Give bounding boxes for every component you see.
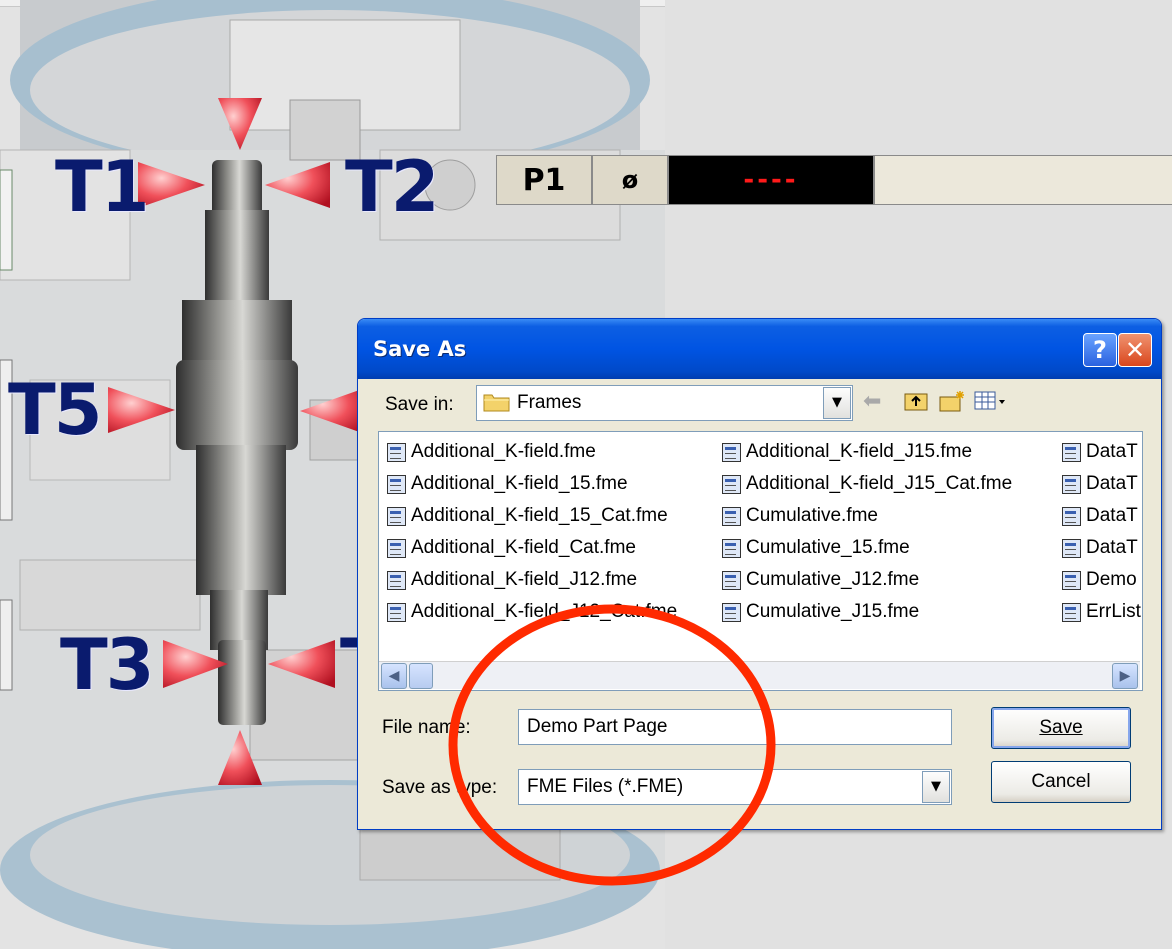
file-item[interactable]: Additional_K-field_15_Cat.fme xyxy=(387,502,668,530)
save-in-value: Frames xyxy=(517,392,582,413)
file-name: Additional_K-field.fme xyxy=(411,441,596,462)
file-icon xyxy=(387,602,406,622)
file-item[interactable]: Additional_K-field_Cat.fme xyxy=(387,534,636,562)
measurement-readout: P1 ø ---- xyxy=(496,155,1172,205)
save-as-type-label: Save as type: xyxy=(382,777,498,798)
file-item[interactable]: Demo xyxy=(1062,566,1137,594)
file-item[interactable]: DataT xyxy=(1062,438,1138,466)
file-icon xyxy=(1062,474,1081,494)
file-icon xyxy=(387,474,406,494)
file-item[interactable]: DataT xyxy=(1062,534,1138,562)
horizontal-scrollbar[interactable]: ◀ ▶ xyxy=(379,661,1140,689)
file-name: DataT xyxy=(1086,537,1138,558)
save-button-label: Save xyxy=(1039,717,1083,738)
cancel-button[interactable]: Cancel xyxy=(991,761,1131,803)
label-t2: T2 xyxy=(345,146,439,228)
file-name: Additional_K-field_15.fme xyxy=(411,473,628,494)
file-name: DataT xyxy=(1086,441,1138,462)
measure-spacer xyxy=(874,155,1172,205)
file-name-input[interactable]: Demo Part Page xyxy=(518,709,952,745)
help-button[interactable]: ? xyxy=(1083,333,1117,367)
file-item[interactable]: Additional_K-field_J15_Cat.fme xyxy=(722,470,1012,498)
file-icon xyxy=(387,570,406,590)
file-icon xyxy=(722,506,741,526)
save-as-type-dropdown-button[interactable]: ▼ xyxy=(922,771,950,803)
file-item[interactable]: DataT xyxy=(1062,502,1138,530)
cancel-button-label: Cancel xyxy=(1031,771,1091,792)
file-icon xyxy=(722,474,741,494)
file-item[interactable]: Cumulative.fme xyxy=(722,502,878,530)
file-name: Additional_K-field_J15_Cat.fme xyxy=(746,473,1013,494)
file-icon xyxy=(722,442,741,462)
file-item[interactable]: Additional_K-field.fme xyxy=(387,438,596,466)
file-icon xyxy=(387,538,406,558)
save-in-dropdown-button[interactable]: ▼ xyxy=(823,387,851,419)
file-name: Cumulative_J12.fme xyxy=(746,569,920,590)
file-item[interactable]: Additional_K-field_J12_Cat.fme xyxy=(387,598,677,626)
label-t3: T3 xyxy=(60,624,154,706)
file-item[interactable]: DataT xyxy=(1062,470,1138,498)
file-icon xyxy=(1062,506,1081,526)
scroll-thumb[interactable] xyxy=(409,663,433,689)
file-item[interactable]: Cumulative_J15.fme xyxy=(722,598,919,626)
file-icon xyxy=(387,506,406,526)
file-name: DataT xyxy=(1086,473,1138,494)
file-item[interactable]: Cumulative_J12.fme xyxy=(722,566,919,594)
diameter-symbol: ø xyxy=(592,155,668,205)
file-icon xyxy=(722,602,741,622)
file-icon xyxy=(1062,570,1081,590)
measure-label: P1 xyxy=(496,155,592,205)
folder-icon xyxy=(483,394,510,412)
save-as-type-value: FME Files (*.FME) xyxy=(527,776,684,797)
close-button[interactable]: ✕ xyxy=(1118,333,1152,367)
dialog-title-bar[interactable]: Save As ? ✕ xyxy=(358,319,1161,379)
save-in-label: Save in: xyxy=(385,394,454,415)
save-button[interactable]: Save xyxy=(991,707,1131,749)
file-name: DataT xyxy=(1086,505,1138,526)
file-name: Additional_K-field_Cat.fme xyxy=(411,537,636,558)
file-name-label: File name: xyxy=(382,717,471,738)
scroll-right-button[interactable]: ▶ xyxy=(1112,663,1138,689)
save-as-type-select[interactable]: FME Files (*.FME) ▼ xyxy=(518,769,952,805)
file-icon xyxy=(1062,538,1081,558)
file-icon xyxy=(1062,602,1081,622)
file-name: Additional_K-field_J12_Cat.fme xyxy=(411,601,678,622)
measure-value: ---- xyxy=(668,155,874,205)
file-name: Cumulative.fme xyxy=(746,505,878,526)
up-folder-icon[interactable] xyxy=(903,389,929,413)
label-t5: T5 xyxy=(8,369,102,451)
file-name: ErrList xyxy=(1086,601,1141,622)
file-name: Additional_K-field_J12.fme xyxy=(411,569,638,590)
file-name: Additional_K-field_J15.fme xyxy=(746,441,973,462)
file-item[interactable]: Additional_K-field_15.fme xyxy=(387,470,628,498)
file-name: Cumulative_15.fme xyxy=(746,537,910,558)
scroll-left-button[interactable]: ◀ xyxy=(381,663,407,689)
file-list[interactable]: Additional_K-field.fme Additional_K-fiel… xyxy=(378,431,1143,691)
file-icon xyxy=(722,570,741,590)
file-name-value: Demo Part Page xyxy=(527,716,668,737)
file-icon xyxy=(1062,442,1081,462)
file-item[interactable]: Cumulative_15.fme xyxy=(722,534,910,562)
save-in-combo[interactable]: Frames ▼ xyxy=(476,385,853,421)
file-item[interactable]: Additional_K-field_J15.fme xyxy=(722,438,972,466)
dialog-title: Save As xyxy=(373,337,467,361)
new-folder-icon[interactable] xyxy=(938,389,966,413)
file-item[interactable]: Additional_K-field_J12.fme xyxy=(387,566,637,594)
label-t1: T1 xyxy=(55,146,149,228)
view-menu-icon[interactable] xyxy=(973,389,1007,413)
file-name: Cumulative_J15.fme xyxy=(746,601,920,622)
save-as-dialog: Save As ? ✕ Save in: Frames ▼ ⬅ Addition… xyxy=(357,318,1162,830)
file-name: Additional_K-field_15_Cat.fme xyxy=(411,505,668,526)
back-arrow-icon[interactable]: ⬅ xyxy=(863,389,881,414)
file-name: Demo xyxy=(1086,569,1137,590)
file-icon xyxy=(387,442,406,462)
file-icon xyxy=(722,538,741,558)
file-item[interactable]: ErrList xyxy=(1062,598,1141,626)
